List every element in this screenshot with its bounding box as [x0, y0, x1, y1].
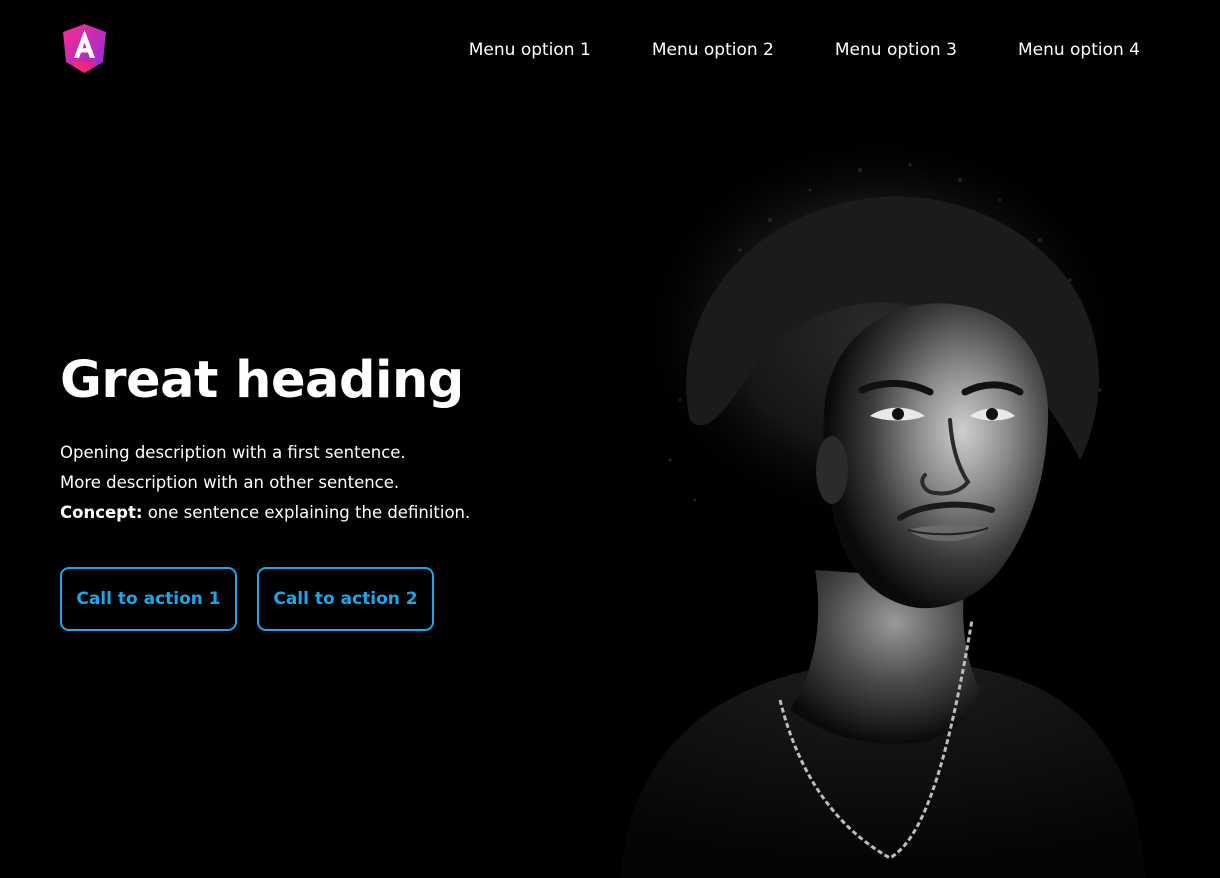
hero-description-concept: Concept: one sentence explaining the def… — [60, 498, 580, 528]
nav-menu-option-1[interactable]: Menu option 1 — [469, 38, 591, 62]
cta-row: Call to action 1 Call to action 2 — [60, 567, 434, 631]
concept-text: one sentence explaining the definition. — [142, 503, 471, 522]
main-nav: Menu option 1 Menu option 2 Menu option … — [469, 38, 1140, 62]
call-to-action-1-button[interactable]: Call to action 1 — [60, 567, 237, 631]
nav-menu-option-4[interactable]: Menu option 4 — [1018, 38, 1140, 62]
hero-text-block: Great heading Opening description with a… — [60, 346, 580, 528]
landing-page: Menu option 1 Menu option 2 Menu option … — [0, 0, 1220, 878]
hero-description-line-1: Opening description with a first sentenc… — [60, 443, 406, 462]
nav-menu-option-3[interactable]: Menu option 3 — [835, 38, 957, 62]
portrait-photo — [620, 130, 1145, 878]
angular-logo-icon[interactable] — [60, 24, 109, 74]
hero-description-line-2: More description with an other sentence. — [60, 473, 400, 492]
hero-heading: Great heading — [60, 351, 464, 410]
concept-label: Concept: — [60, 503, 143, 522]
nav-menu-option-2[interactable]: Menu option 2 — [652, 38, 774, 62]
call-to-action-2-button[interactable]: Call to action 2 — [257, 567, 434, 631]
hero-description: Opening description with a first sentenc… — [60, 438, 580, 528]
